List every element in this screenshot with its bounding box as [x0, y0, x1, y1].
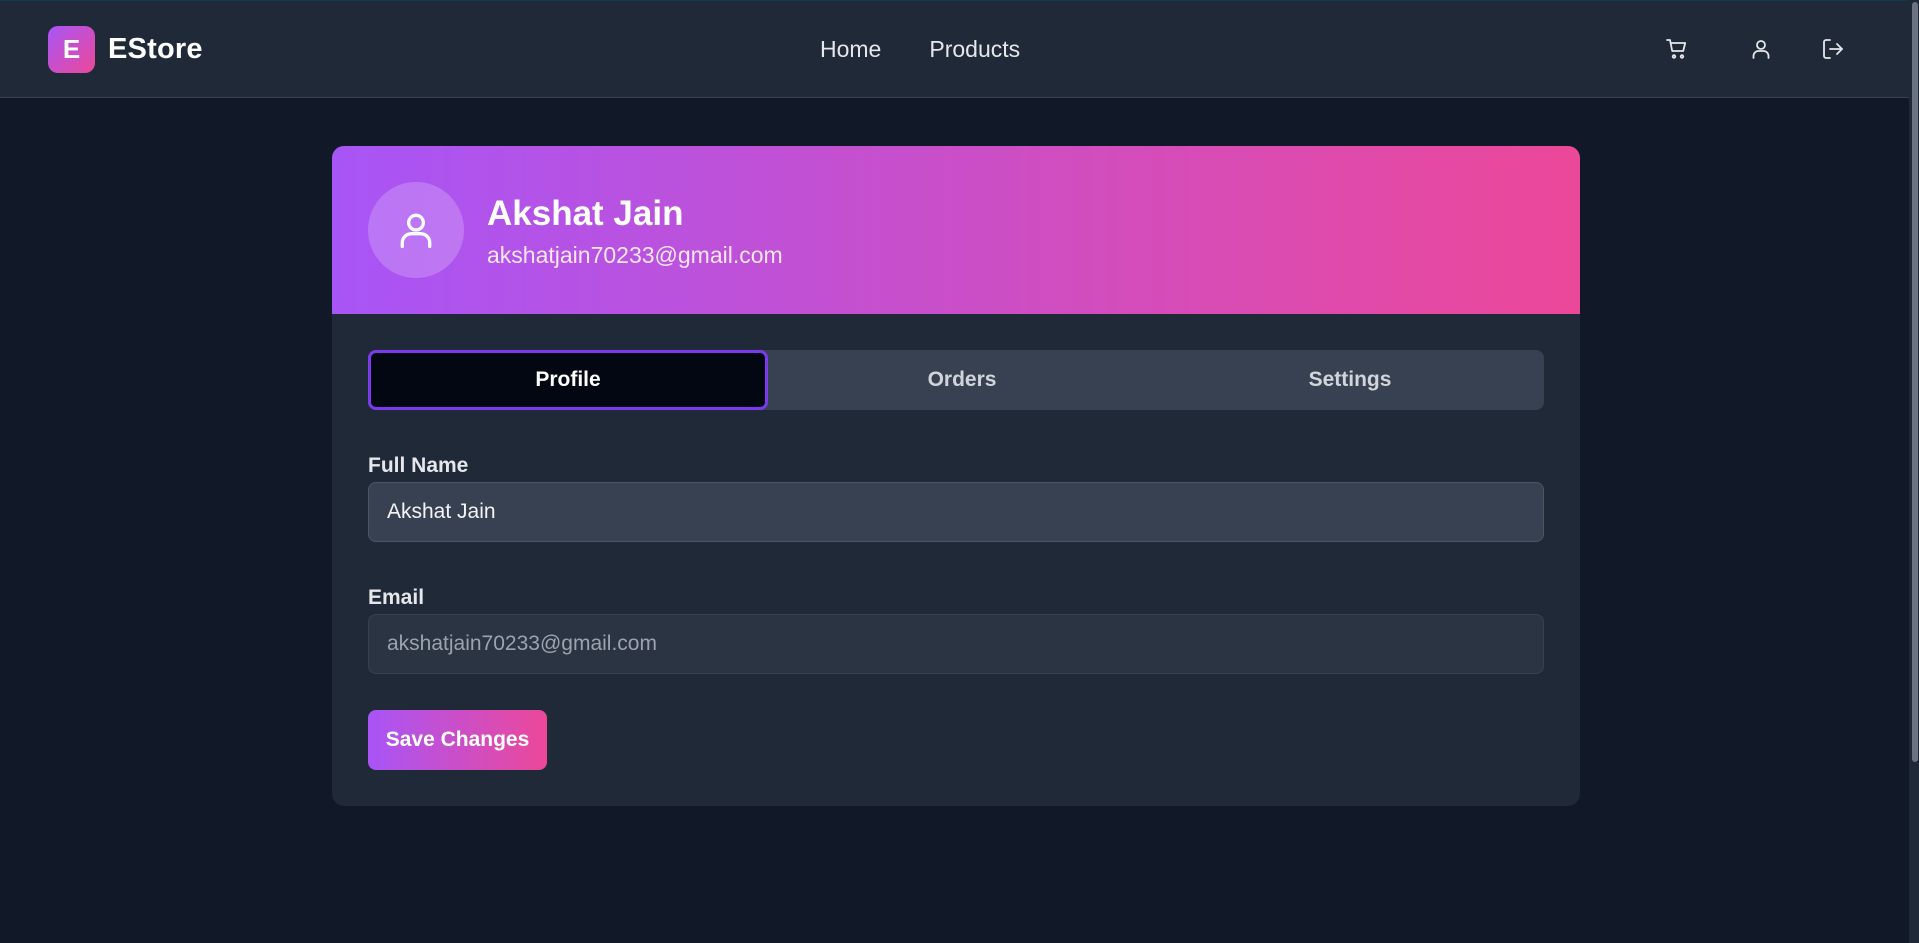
- profile-tabs: Profile Orders Settings: [368, 350, 1544, 410]
- scrollbar-thumb[interactable]: [1912, 2, 1918, 762]
- user-icon[interactable]: [1746, 34, 1776, 64]
- save-changes-button[interactable]: Save Changes: [368, 710, 547, 770]
- tab-orders[interactable]: Orders: [768, 350, 1156, 410]
- avatar-user-icon: [400, 213, 432, 249]
- tab-settings[interactable]: Settings: [1156, 350, 1544, 410]
- page: E EStore Home Products Akshat Jain aksha…: [0, 0, 1919, 943]
- profile-card: Akshat Jain akshatjain70233@gmail.com Pr…: [332, 146, 1580, 806]
- full-name-input[interactable]: Akshat Jain: [368, 482, 1544, 542]
- profile-banner: Akshat Jain akshatjain70233@gmail.com: [332, 146, 1580, 314]
- top-navbar: E EStore Home Products: [0, 0, 1919, 98]
- logout-icon[interactable]: [1818, 34, 1848, 64]
- profile-email: akshatjain70233@gmail.com: [487, 242, 783, 268]
- avatar: [368, 182, 464, 278]
- email-label: Email: [368, 586, 425, 609]
- email-field: akshatjain70233@gmail.com: [368, 614, 1544, 674]
- cart-icon[interactable]: [1662, 34, 1692, 64]
- full-name-label: Full Name: [368, 454, 469, 477]
- profile-name: Akshat Jain: [487, 194, 684, 233]
- tab-profile[interactable]: Profile: [368, 350, 768, 410]
- header-actions: [0, 34, 1919, 66]
